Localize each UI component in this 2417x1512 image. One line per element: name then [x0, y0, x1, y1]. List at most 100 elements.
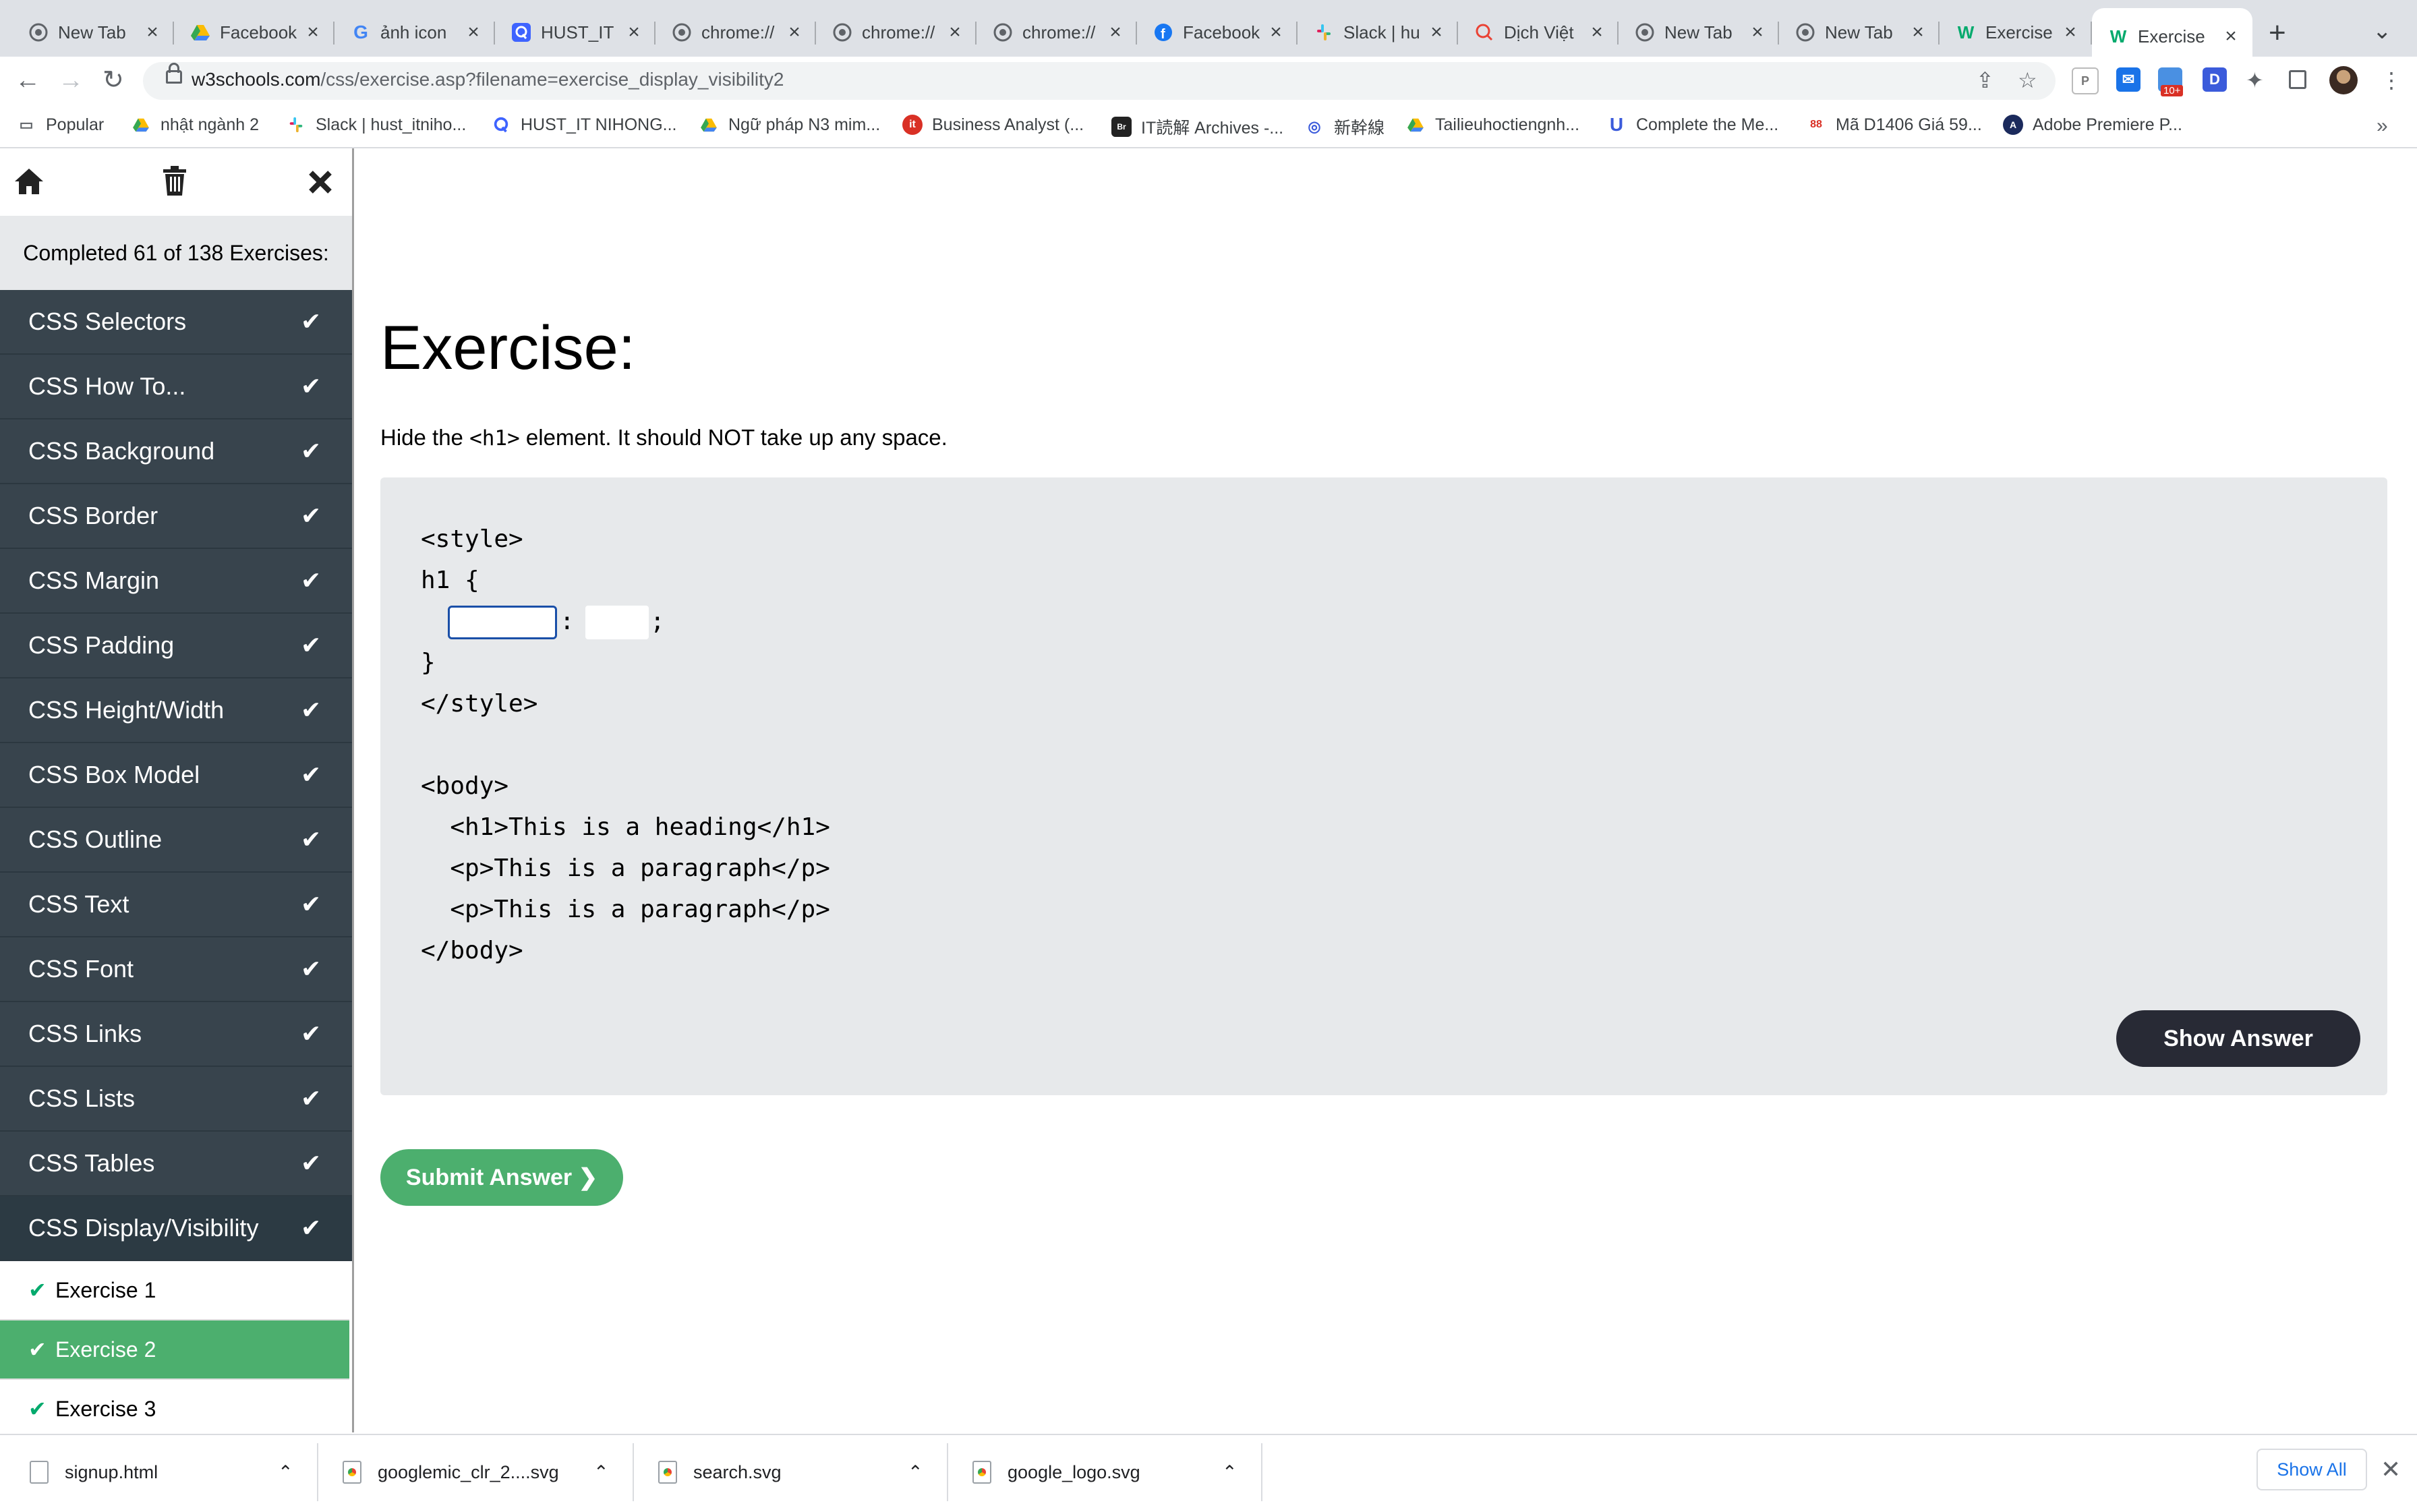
- close-tab-icon[interactable]: ×: [1266, 21, 1285, 44]
- category-css-how-to[interactable]: CSS How To... ✔: [0, 355, 352, 419]
- bookmark-item[interactable]: Ngữ pháp N3 mim...: [699, 115, 880, 135]
- bookmark-item[interactable]: U Complete the Me...: [1606, 114, 1778, 135]
- extension-d-icon[interactable]: D: [2203, 67, 2227, 92]
- category-css-padding[interactable]: CSS Padding ✔: [0, 614, 352, 678]
- bookmark-item[interactable]: ◎ 新幹線: [1304, 115, 1385, 139]
- download-item[interactable]: search.svg: [658, 1442, 782, 1503]
- bookmark-item[interactable]: Br IT読解 Archives -...: [1111, 115, 1283, 139]
- extension-mail-icon[interactable]: ✉: [2116, 67, 2141, 92]
- quora-icon: [491, 115, 511, 135]
- browser-tab[interactable]: chrome:// ×: [656, 8, 816, 57]
- browser-tab[interactable]: New Tab ×: [1619, 8, 1779, 57]
- close-tab-icon[interactable]: ×: [1427, 21, 1446, 44]
- close-icon[interactable]: [308, 165, 333, 204]
- category-css-height-width[interactable]: CSS Height/Width ✔: [0, 678, 352, 743]
- page-title: Exercise:: [380, 314, 636, 382]
- close-tab-icon[interactable]: ×: [303, 21, 322, 44]
- code-line: <p>This is a paragraph</p>: [421, 896, 830, 923]
- category-css-selectors[interactable]: CSS Selectors ✔: [0, 290, 352, 355]
- category-css-lists[interactable]: CSS Lists ✔: [0, 1067, 352, 1132]
- close-tab-icon[interactable]: ×: [1909, 21, 1927, 44]
- bookmark-item[interactable]: HUST_IT NIHONG...: [491, 115, 677, 135]
- exercise-item-2[interactable]: ✔ Exercise 2: [0, 1320, 349, 1380]
- reload-icon[interactable]: ↻: [103, 65, 124, 95]
- side-panel-icon[interactable]: [2289, 70, 2306, 89]
- browser-tab[interactable]: f Facebook ×: [1137, 8, 1298, 57]
- category-css-links[interactable]: CSS Links ✔: [0, 1002, 352, 1067]
- chevron-up-icon[interactable]: ⌃: [1222, 1462, 1237, 1483]
- bookmark-item[interactable]: nhật ngành 2: [131, 115, 259, 135]
- show-all-downloads-button[interactable]: Show All: [2256, 1449, 2367, 1490]
- close-tab-icon[interactable]: ×: [2221, 25, 2240, 48]
- exercise-instruction: Hide the <h1> element. It should NOT tak…: [380, 425, 948, 450]
- close-tab-icon[interactable]: ×: [624, 21, 643, 44]
- close-tab-icon[interactable]: ×: [464, 21, 483, 44]
- close-tab-icon[interactable]: ×: [2061, 21, 2080, 44]
- back-arrow-icon[interactable]: ←: [15, 66, 40, 95]
- extension-p-icon[interactable]: P: [2072, 67, 2099, 94]
- browser-tab[interactable]: W Exercise ×: [1940, 8, 2092, 57]
- category-css-border[interactable]: CSS Border ✔: [0, 484, 352, 549]
- value-input[interactable]: [585, 606, 649, 639]
- trash-icon[interactable]: [162, 165, 187, 204]
- extensions-puzzle-icon[interactable]: ✦: [2246, 67, 2264, 93]
- close-tab-icon[interactable]: ×: [1106, 21, 1125, 44]
- browser-tab[interactable]: New Tab ×: [1779, 8, 1940, 57]
- close-tab-icon[interactable]: ×: [1748, 21, 1767, 44]
- submit-answer-button[interactable]: Submit Answer ❯: [380, 1149, 623, 1206]
- category-css-box-model[interactable]: CSS Box Model ✔: [0, 743, 352, 808]
- tab-title: New Tab: [58, 22, 126, 42]
- bookmark-item[interactable]: 88 Mã D1406 Giá 59...: [1806, 115, 1982, 135]
- browser-tab[interactable]: G ảnh icon ×: [334, 8, 495, 57]
- browser-tab[interactable]: Dịch Việt ×: [1458, 8, 1619, 57]
- bookmark-item[interactable]: Tailieuhoctiengnh...: [1405, 115, 1579, 135]
- tab-title: New Tab: [1664, 22, 1732, 42]
- close-tab-icon[interactable]: ×: [143, 21, 162, 44]
- chevron-up-icon[interactable]: ⌃: [278, 1462, 293, 1483]
- forward-arrow-icon[interactable]: →: [58, 66, 84, 95]
- download-item[interactable]: googlemic_clr_2....svg: [343, 1442, 559, 1503]
- chevron-up-icon[interactable]: ⌃: [908, 1462, 923, 1483]
- close-tab-icon[interactable]: ×: [785, 21, 804, 44]
- browser-tab[interactable]: chrome:// ×: [977, 8, 1137, 57]
- home-icon[interactable]: [13, 165, 45, 204]
- download-item[interactable]: signup.html: [30, 1442, 158, 1503]
- browser-tab[interactable]: Facebook ×: [174, 8, 334, 57]
- chrome-icon: [832, 22, 852, 42]
- profile-avatar[interactable]: [2329, 66, 2358, 94]
- code-line: h1 {: [421, 566, 479, 594]
- close-tab-icon[interactable]: ×: [1588, 21, 1606, 44]
- close-downloads-icon[interactable]: ✕: [2381, 1455, 2401, 1484]
- browser-tab[interactable]: New Tab ×: [12, 8, 174, 57]
- category-css-background[interactable]: CSS Background ✔: [0, 419, 352, 484]
- url-text[interactable]: w3schools.com/css/exercise.asp?filename=…: [192, 69, 784, 90]
- bookmark-star-icon[interactable]: ☆: [2018, 67, 2037, 93]
- browser-tab[interactable]: Slack | hu ×: [1298, 8, 1458, 57]
- category-css-display-visibility[interactable]: CSS Display/Visibility ✔: [0, 1196, 352, 1261]
- more-menu-icon[interactable]: ⋮: [2381, 67, 2402, 93]
- bookmark-item[interactable]: Slack | hust_itniho...: [286, 115, 466, 135]
- share-icon[interactable]: ⇪: [1976, 67, 1994, 93]
- tab-title: chrome://: [862, 22, 935, 42]
- exercise-item-1[interactable]: ✔ Exercise 1: [0, 1261, 349, 1320]
- category-css-text[interactable]: CSS Text ✔: [0, 873, 352, 937]
- chevron-up-icon[interactable]: ⌃: [593, 1462, 609, 1483]
- category-css-font[interactable]: CSS Font ✔: [0, 937, 352, 1002]
- property-input[interactable]: [448, 606, 557, 639]
- category-css-outline[interactable]: CSS Outline ✔: [0, 808, 352, 873]
- browser-tab[interactable]: chrome:// ×: [816, 8, 977, 57]
- close-tab-icon[interactable]: ×: [945, 21, 964, 44]
- new-tab-button[interactable]: +: [2269, 16, 2286, 50]
- category-css-tables[interactable]: CSS Tables ✔: [0, 1132, 352, 1196]
- bookmark-item[interactable]: A Adobe Premiere P...: [2003, 115, 2182, 135]
- code-line: <p>This is a paragraph</p>: [421, 854, 830, 882]
- bookmark-item[interactable]: it Business Analyst (...: [902, 115, 1084, 135]
- bookmarks-overflow-icon[interactable]: »: [2377, 115, 2388, 138]
- tab-search-chevron-icon[interactable]: ⌄: [2372, 18, 2392, 45]
- exercise-item-3[interactable]: ✔ Exercise 3: [0, 1380, 349, 1432]
- show-answer-button[interactable]: Show Answer: [2116, 1010, 2360, 1067]
- bookmark-folder[interactable]: ▭ Popular: [16, 115, 105, 135]
- browser-tab[interactable]: HUST_IT ×: [495, 8, 656, 57]
- category-css-margin[interactable]: CSS Margin ✔: [0, 549, 352, 614]
- download-item[interactable]: google_logo.svg: [972, 1442, 1140, 1503]
